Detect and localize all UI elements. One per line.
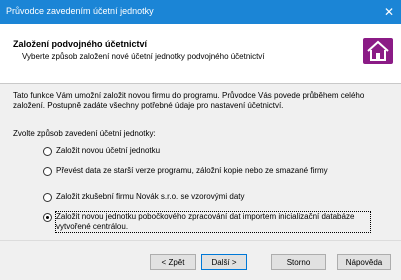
radio-circle[interactable] — [43, 213, 52, 222]
header-title: Založení podvojného účetnictví — [13, 39, 148, 49]
close-icon[interactable]: ✕ — [377, 0, 401, 24]
wizard-header: Založení podvojného účetnictví Vyberte z… — [0, 24, 401, 84]
option-new-unit[interactable]: Založit novou účetní jednotku — [43, 146, 376, 156]
radio-circle[interactable] — [43, 193, 52, 202]
help-button[interactable]: Nápověda — [337, 254, 391, 270]
option-label: Založit novou účetní jednotku — [56, 146, 161, 155]
option-label: Založit novou jednotku pobočkového zprac… — [55, 211, 371, 233]
header-subtitle: Vyberte způsob založení nové účetní jedn… — [22, 52, 265, 61]
back-button[interactable]: < Zpět — [150, 254, 196, 270]
option-label: Založit zkušební firmu Novák s.r.o. se v… — [56, 192, 245, 201]
option-branch-import[interactable]: Založit novou jednotku pobočkového zprac… — [43, 211, 371, 233]
home-icon — [363, 38, 393, 64]
next-button[interactable]: Další > — [201, 254, 247, 270]
window-title: Průvodce zavedením účetní jednotky — [6, 6, 154, 16]
cancel-button[interactable]: Storno — [271, 254, 326, 270]
option-convert-data[interactable]: Převést data ze starší verze programu, z… — [43, 166, 376, 176]
radio-circle[interactable] — [43, 147, 52, 156]
option-prompt: Zvolte způsob zavedení účetní jednotky: — [13, 129, 156, 138]
title-bar: Průvodce zavedením účetní jednotky ✕ — [0, 0, 401, 24]
description-text: Tato funkce Vám umožní založit novou fir… — [13, 91, 365, 110]
option-label: Převést data ze starší verze programu, z… — [56, 166, 328, 175]
wizard-content: Tato funkce Vám umožní založit novou fir… — [0, 84, 401, 240]
radio-selected-dot — [46, 216, 49, 219]
radio-circle[interactable] — [43, 167, 52, 176]
option-sample-company[interactable]: Založit zkušební firmu Novák s.r.o. se v… — [43, 192, 376, 202]
wizard-footer: < Zpět Další > Storno Nápověda — [0, 240, 401, 280]
